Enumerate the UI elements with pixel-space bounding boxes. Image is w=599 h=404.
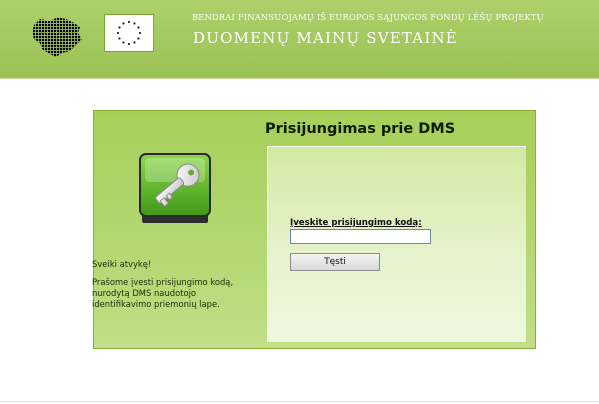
header-subtitle: BENDRAI FINANSUOJAMŲ IŠ EUROPOS SĄJUNGOS… — [192, 12, 544, 22]
lithuania-map-icon — [32, 17, 82, 57]
login-form: Įveskite prisijungimo kodą: Tęsti — [267, 146, 526, 342]
site-title: DUOMENŲ MAINŲ SVETAINĖ — [193, 29, 458, 47]
login-code-input[interactable] — [290, 229, 431, 244]
instructions-text: Prašome įvesti prisijungimo kodą, nurody… — [92, 277, 234, 309]
continue-button[interactable]: Tęsti — [290, 253, 380, 271]
login-panel: Prisijungimas prie DMS Sveiki atvykę! Pr… — [92, 110, 536, 349]
site-header: BENDRAI FINANSUOJAMŲ IŠ EUROPOS SĄJUNGOS… — [0, 0, 599, 78]
login-title: Prisijungimas prie DMS — [265, 121, 456, 137]
eu-flag-icon — [104, 14, 154, 52]
code-label: Įveskite prisijungimo kodą: — [290, 218, 422, 228]
footer-divider — [0, 401, 599, 402]
key-icon — [139, 153, 211, 223]
welcome-text: Sveiki atvykę! — [92, 259, 152, 269]
header-divider — [0, 78, 599, 79]
